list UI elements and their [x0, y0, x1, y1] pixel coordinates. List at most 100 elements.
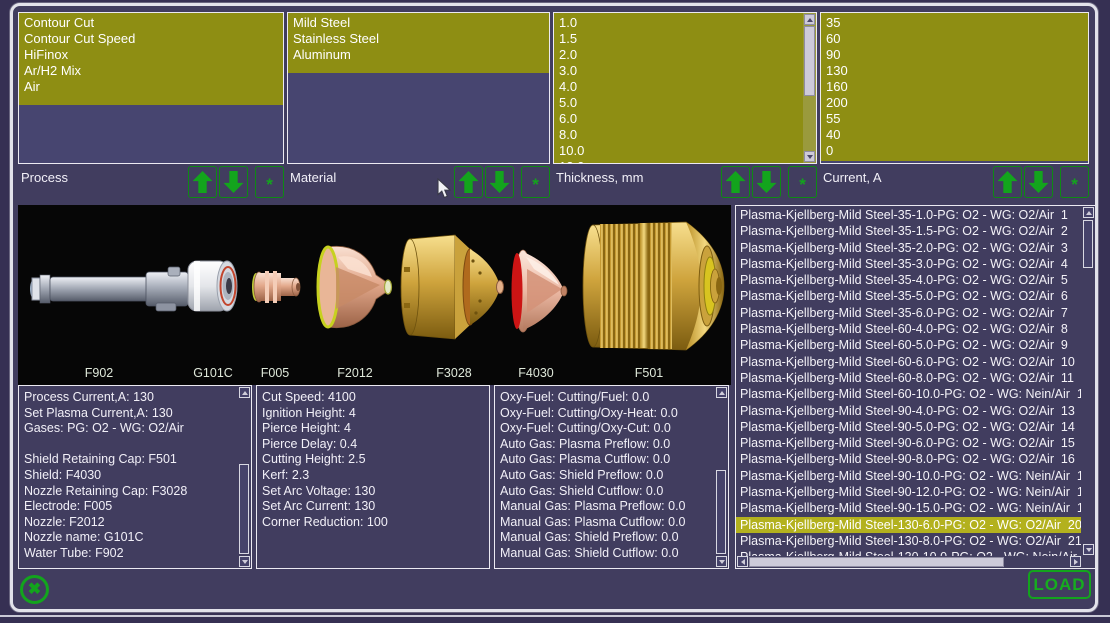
material-listbox[interactable]: Mild Steel Stainless Steel Aluminum [287, 12, 550, 164]
list-item[interactable]: 5.0 [554, 95, 816, 111]
record-item[interactable]: Plasma-Kjellberg-Mild Steel-130-8.0-PG: … [736, 533, 1081, 549]
list-item[interactable]: Ar/H2 Mix [19, 63, 283, 79]
list-item[interactable]: 1.0 [554, 15, 816, 31]
list-item[interactable]: 6.0 [554, 111, 816, 127]
record-item[interactable]: Plasma-Kjellberg-Mild Steel-35-4.0-PG: O… [736, 272, 1081, 288]
scrollbar-thumb[interactable] [239, 464, 249, 554]
process-summary-panel[interactable]: Process Current,A: 130 Set Plasma Curren… [18, 385, 252, 569]
process-down-button[interactable] [219, 166, 248, 198]
scrollbar-thumb[interactable] [749, 557, 1004, 567]
record-item[interactable]: Plasma-Kjellberg-Mild Steel-35-5.0-PG: O… [736, 288, 1081, 304]
current-down-button[interactable] [1024, 166, 1053, 198]
record-item[interactable]: Plasma-Kjellberg-Mild Steel-90-12.0-PG: … [736, 484, 1081, 500]
scroll-down-icon[interactable] [1083, 544, 1094, 555]
detail-line: Manual Gas: Shield Cutflow: 0.0 [500, 546, 725, 562]
record-item[interactable]: Plasma-Kjellberg-Mild Steel-35-1.5-PG: O… [736, 223, 1081, 239]
list-item[interactable]: 130 [821, 63, 1088, 79]
record-item[interactable]: Plasma-Kjellberg-Mild Steel-90-8.0-PG: O… [736, 451, 1081, 467]
record-item[interactable]: Plasma-Kjellberg-Mild Steel-35-2.0-PG: O… [736, 240, 1081, 256]
record-item[interactable]: Plasma-Kjellberg-Mild Steel-90-15.0-PG: … [736, 500, 1081, 516]
gas-settings-panel[interactable]: Oxy-Fuel: Cutting/Fuel: 0.0 Oxy-Fuel: Cu… [494, 385, 729, 569]
scrollbar-thumb[interactable] [804, 26, 815, 96]
list-item[interactable]: 2.0 [554, 47, 816, 63]
list-item[interactable]: 0 [821, 143, 1088, 159]
record-item[interactable]: Plasma-Kjellberg-Mild Steel-60-10.0-PG: … [736, 386, 1081, 402]
thickness-scrollbar[interactable] [803, 13, 816, 163]
list-item[interactable]: 35 [821, 15, 1088, 31]
scroll-down-icon[interactable] [716, 556, 727, 567]
scroll-left-icon[interactable] [737, 556, 748, 567]
list-item[interactable]: Air [19, 79, 283, 95]
record-item[interactable]: Plasma-Kjellberg-Mild Steel-130-10.0-PG:… [736, 549, 1081, 556]
record-item[interactable]: Plasma-Kjellberg-Mild Steel-60-5.0-PG: O… [736, 337, 1081, 353]
scroll-up-icon[interactable] [1083, 207, 1094, 218]
list-item[interactable]: 1.5 [554, 31, 816, 47]
record-item[interactable]: Plasma-Kjellberg-Mild Steel-60-4.0-PG: O… [736, 321, 1081, 337]
current-any-button[interactable]: * [1060, 166, 1089, 198]
material-any-button[interactable]: * [521, 166, 550, 198]
close-button[interactable]: ✖ [20, 575, 49, 604]
list-item[interactable]: Mild Steel [288, 15, 549, 31]
current-label: Current, A [823, 170, 882, 185]
thickness-label: Thickness, mm [556, 170, 643, 185]
scroll-up-icon[interactable] [239, 387, 250, 398]
current-up-button[interactable] [993, 166, 1022, 198]
close-x-icon: ✖ [28, 582, 41, 598]
list-item[interactable]: 90 [821, 47, 1088, 63]
record-item[interactable]: Plasma-Kjellberg-Mild Steel-90-4.0-PG: O… [736, 403, 1081, 419]
detail-line: Auto Gas: Shield Preflow: 0.0 [500, 468, 725, 484]
list-item[interactable]: Stainless Steel [288, 31, 549, 47]
thickness-listbox[interactable]: 1.0 1.5 2.0 3.0 4.0 5.0 6.0 8.0 10.0 12.… [553, 12, 817, 164]
record-item[interactable]: Plasma-Kjellberg-Mild Steel-60-6.0-PG: O… [736, 354, 1081, 370]
list-item[interactable]: 3.0 [554, 63, 816, 79]
process-up-button[interactable] [188, 166, 217, 198]
detail-line: Corner Reduction: 100 [262, 515, 486, 531]
scrollbar-thumb[interactable] [716, 470, 726, 554]
list-item[interactable]: Aluminum [288, 47, 549, 63]
detail-line: Process Current,A: 130 [24, 390, 248, 406]
down-arrow-icon [490, 171, 510, 193]
record-item[interactable]: Plasma-Kjellberg-Mild Steel-35-3.0-PG: O… [736, 256, 1081, 272]
thickness-down-button[interactable] [752, 166, 781, 198]
list-item[interactable]: Contour Cut Speed [19, 31, 283, 47]
thickness-up-button[interactable] [721, 166, 750, 198]
list-item[interactable]: 200 [821, 95, 1088, 111]
record-item[interactable]: Plasma-Kjellberg-Mild Steel-90-10.0-PG: … [736, 468, 1081, 484]
current-listbox[interactable]: 35 60 90 130 160 200 55 40 0 [820, 12, 1089, 164]
record-item-selected[interactable]: Plasma-Kjellberg-Mild Steel-130-6.0-PG: … [736, 517, 1081, 533]
thickness-any-button[interactable]: * [788, 166, 817, 198]
detail-line: Set Plasma Current,A: 130 [24, 406, 248, 422]
process-listbox[interactable]: Contour Cut Contour Cut Speed HiFinox Ar… [18, 12, 284, 164]
material-down-button[interactable] [485, 166, 514, 198]
cut-parameters-panel[interactable]: Cut Speed: 4100 Ignition Height: 4 Pierc… [256, 385, 490, 569]
list-item[interactable]: 60 [821, 31, 1088, 47]
up-arrow-icon [193, 171, 213, 193]
cutchart-records-list[interactable]: Plasma-Kjellberg-Mild Steel-35-1.0-PG: O… [735, 205, 1096, 569]
scroll-up-icon[interactable] [716, 387, 727, 398]
list-item[interactable]: 40 [821, 127, 1088, 143]
down-arrow-icon [757, 171, 777, 193]
detail-line: Set Arc Current: 130 [262, 499, 486, 515]
list-item[interactable]: 4.0 [554, 79, 816, 95]
load-button[interactable]: LOAD [1028, 570, 1091, 599]
detail-line: Shield: F4030 [24, 468, 248, 484]
scroll-down-icon[interactable] [239, 556, 250, 567]
record-item[interactable]: Plasma-Kjellberg-Mild Steel-90-5.0-PG: O… [736, 419, 1081, 435]
list-item[interactable]: 55 [821, 111, 1088, 127]
scroll-right-icon[interactable] [1070, 556, 1081, 567]
up-arrow-icon [459, 171, 479, 193]
scroll-down-icon[interactable] [804, 151, 815, 162]
material-up-button[interactable] [454, 166, 483, 198]
record-item[interactable]: Plasma-Kjellberg-Mild Steel-35-1.0-PG: O… [736, 207, 1081, 223]
scrollbar-thumb[interactable] [1083, 220, 1093, 268]
record-item[interactable]: Plasma-Kjellberg-Mild Steel-35-6.0-PG: O… [736, 305, 1081, 321]
scroll-up-icon[interactable] [804, 14, 815, 25]
list-item[interactable]: HiFinox [19, 47, 283, 63]
record-item[interactable]: Plasma-Kjellberg-Mild Steel-90-6.0-PG: O… [736, 435, 1081, 451]
list-item[interactable]: Contour Cut [19, 15, 283, 31]
record-item[interactable]: Plasma-Kjellberg-Mild Steel-60-8.0-PG: O… [736, 370, 1081, 386]
process-any-button[interactable]: * [255, 166, 284, 198]
list-item[interactable]: 160 [821, 79, 1088, 95]
list-item[interactable]: 8.0 [554, 127, 816, 143]
list-item[interactable]: 10.0 [554, 143, 816, 159]
